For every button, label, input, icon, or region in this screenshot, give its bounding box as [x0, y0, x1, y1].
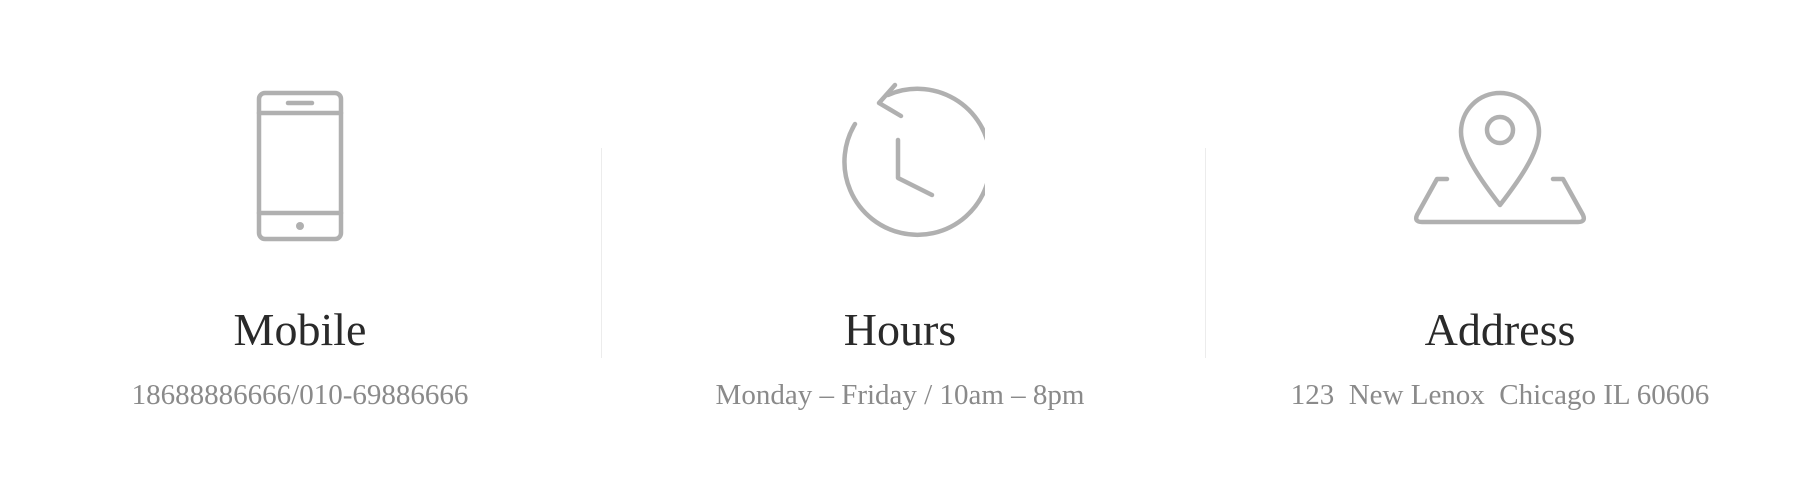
- contact-title: Hours: [843, 304, 957, 355]
- map-pin-icon: [1410, 76, 1590, 256]
- contact-detail: 18688886666/010-69886666: [131, 379, 469, 411]
- contact-detail: Monday – Friday / 10am – 8pm: [715, 379, 1085, 411]
- contact-title: Mobile: [233, 304, 367, 355]
- contact-detail: 123 New Lenox Chicago IL 60606: [1290, 379, 1710, 411]
- clock-icon: [810, 76, 990, 256]
- contact-card-mobile: Mobile 18688886666/010-69886666: [0, 0, 600, 500]
- column-divider: [601, 148, 602, 358]
- contact-card-hours: Hours Monday – Friday / 10am – 8pm: [600, 0, 1200, 500]
- contact-info-section: Mobile 18688886666/010-69886666 Hours Mo…: [0, 0, 1800, 500]
- column-divider: [1205, 148, 1206, 358]
- contact-card-address: Address 123 New Lenox Chicago IL 60606: [1200, 0, 1800, 500]
- contact-title: Address: [1424, 304, 1576, 355]
- mobile-phone-icon: [210, 76, 390, 256]
